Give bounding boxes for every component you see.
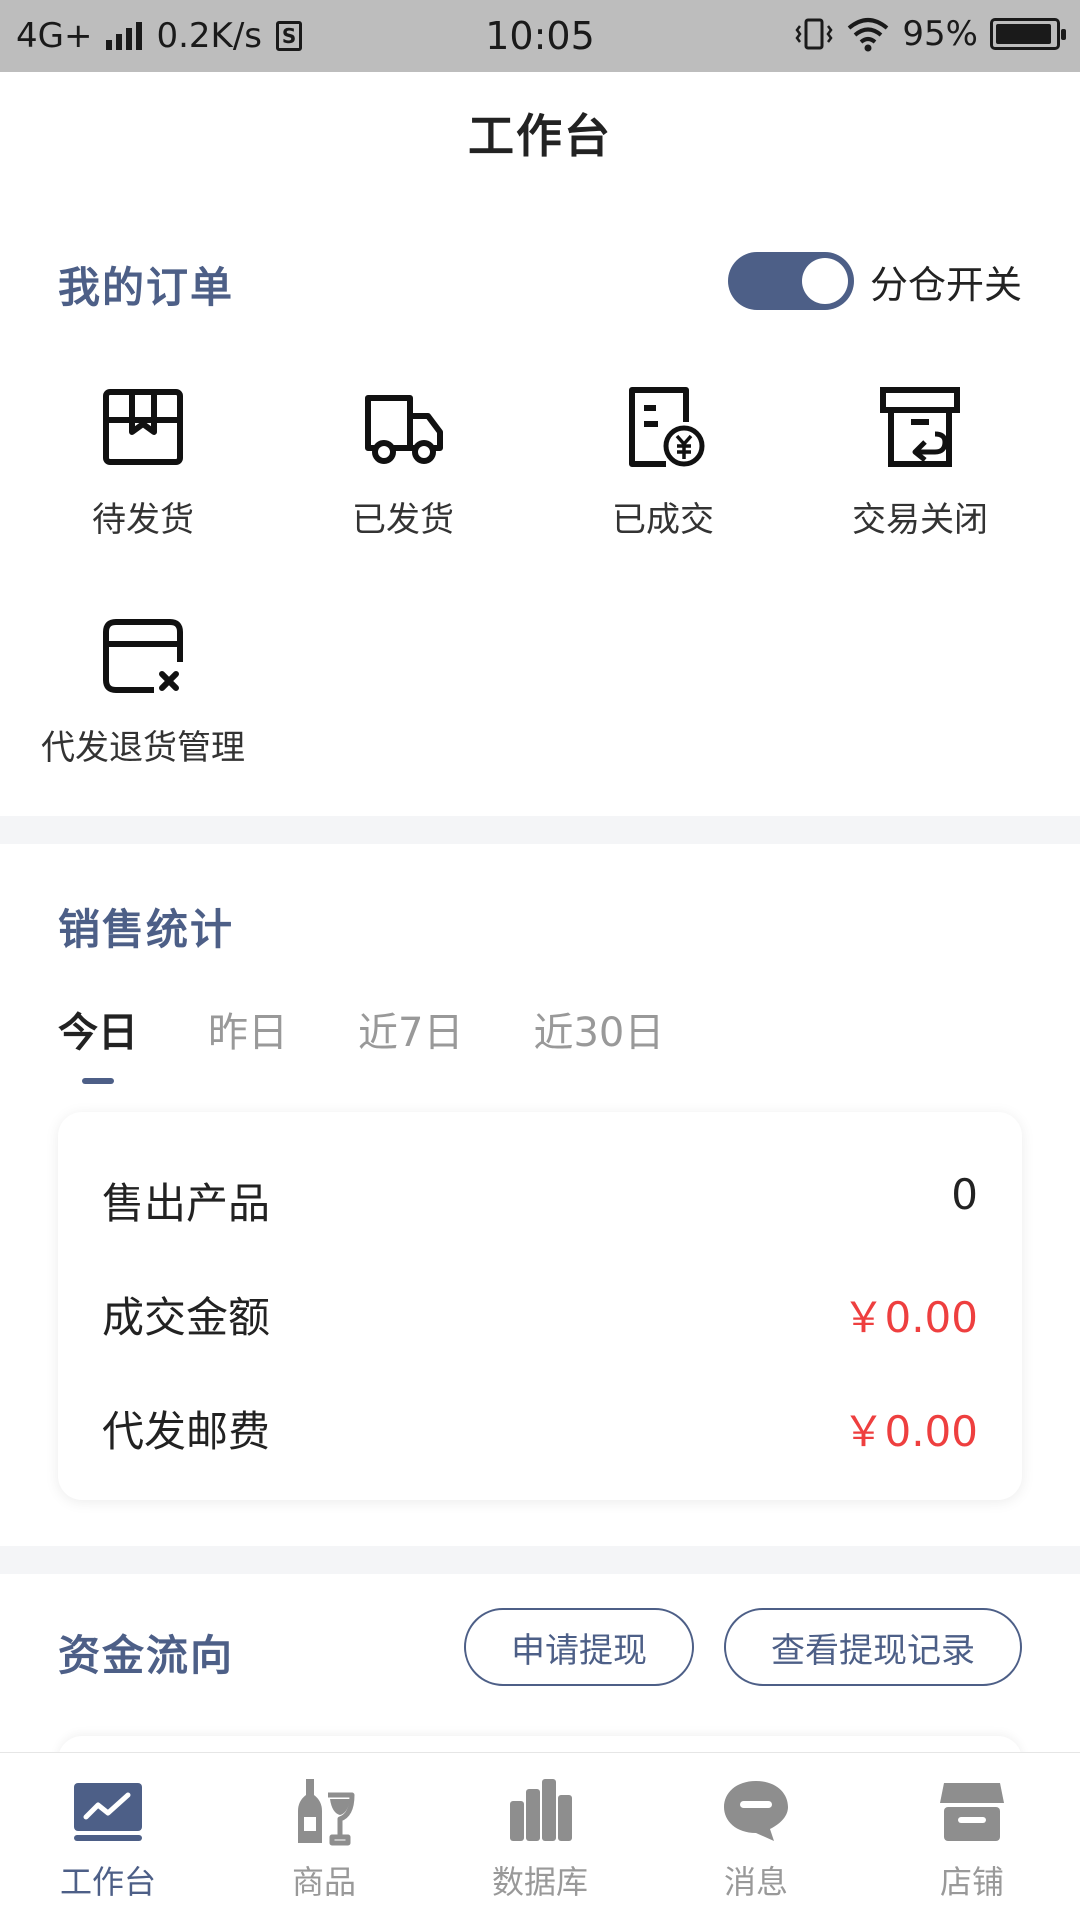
stat-label: 售出产品 <box>102 1179 271 1228</box>
wifi-icon <box>848 18 889 52</box>
store-icon <box>940 1783 1004 1841</box>
page-title: 工作台 <box>468 109 612 163</box>
nav-label-messages: 消息 <box>723 1863 788 1901</box>
tab-yesterday[interactable]: 昨日 <box>208 1000 288 1058</box>
stat-value: ￥0.00 <box>842 1407 978 1456</box>
dashboard-chart-icon <box>74 1783 142 1841</box>
order-label-pending-shipment: 待发货 <box>92 500 194 540</box>
warehouse-toggle[interactable] <box>727 252 854 310</box>
package-icon <box>103 389 183 465</box>
nav-label-database: 数据库 <box>491 1863 588 1901</box>
stat-row-dropship-postage: 代发邮费 ￥0.00 <box>102 1398 978 1459</box>
tab-7-days[interactable]: 近7日 <box>358 1000 463 1058</box>
stat-row-products-sold: 售出产品 0 <box>102 1170 978 1231</box>
nav-label-workbench: 工作台 <box>59 1863 156 1901</box>
battery-fill <box>996 24 1052 44</box>
nav-label-store: 店铺 <box>939 1863 1004 1901</box>
nav-item-store[interactable]: 店铺 <box>864 1753 1080 1920</box>
stat-label: 成交金额 <box>102 1293 271 1342</box>
header: 工作台 <box>0 72 1080 200</box>
order-item-dropship-returns[interactable]: 代发退货管理 <box>13 610 273 769</box>
funds-section-title: 资金流向 <box>58 1631 235 1680</box>
bottom-nav: 工作台 商品 数据库 消息 店铺 <box>0 1752 1080 1920</box>
vibrate-icon <box>795 18 833 50</box>
box-return-icon <box>880 387 960 467</box>
section-divider <box>0 816 1080 844</box>
nav-item-database[interactable]: 数据库 <box>432 1753 648 1920</box>
withdraw-records-button[interactable]: 查看提现记录 <box>724 1608 1022 1686</box>
truck-icon <box>365 395 443 464</box>
sales-stats-card: 售出产品 0 成交金额 ￥0.00 代发邮费 ￥0.00 <box>58 1112 1022 1500</box>
order-item-shipped[interactable]: 已发货 <box>273 382 533 541</box>
wine-bottle-glass-icon <box>298 1779 355 1846</box>
tab-today[interactable]: 今日 <box>58 1000 138 1058</box>
order-label-closed: 交易关闭 <box>852 500 988 540</box>
stat-value: ￥0.00 <box>842 1293 978 1342</box>
orders-section-title: 我的订单 <box>58 263 235 312</box>
order-label-shipped: 已发货 <box>352 500 454 540</box>
stat-row-transaction-amount: 成交金额 ￥0.00 <box>102 1284 978 1345</box>
stat-value: 0 <box>951 1170 978 1219</box>
invoice-yuan-icon <box>629 387 705 467</box>
status-bar: 4G+ 0.2K/s S 10:05 95% <box>0 0 1080 72</box>
order-item-completed[interactable]: 已成交 <box>533 382 793 541</box>
order-item-pending-shipment[interactable]: 待发货 <box>13 382 273 541</box>
nav-item-messages[interactable]: 消息 <box>648 1753 864 1920</box>
sales-section-title: 销售统计 <box>58 905 235 954</box>
toggle-knob <box>801 258 848 304</box>
nav-item-workbench[interactable]: 工作台 <box>0 1753 216 1920</box>
sales-period-tabs: 今日 昨日 近7日 近30日 <box>58 1000 734 1058</box>
battery-percent: 95% <box>902 14 978 54</box>
order-label-dropship-returns: 代发退货管理 <box>41 728 245 768</box>
warehouse-toggle-group: 分仓开关 <box>727 252 1022 310</box>
withdraw-button[interactable]: 申请提现 <box>464 1608 694 1686</box>
order-item-closed[interactable]: 交易关闭 <box>790 382 1050 541</box>
order-label-completed: 已成交 <box>612 500 714 540</box>
nav-item-products[interactable]: 商品 <box>216 1753 432 1920</box>
card-cancel-icon <box>103 619 183 693</box>
warehouse-toggle-label: 分仓开关 <box>869 262 1022 307</box>
message-bubble-icon <box>724 1781 788 1841</box>
battery-icon <box>990 18 1066 50</box>
nav-label-products: 商品 <box>291 1863 356 1901</box>
section-divider <box>0 1546 1080 1574</box>
database-bars-icon <box>510 1779 572 1841</box>
stat-label: 代发邮费 <box>102 1407 271 1456</box>
tab-30-days[interactable]: 近30日 <box>533 1000 664 1058</box>
